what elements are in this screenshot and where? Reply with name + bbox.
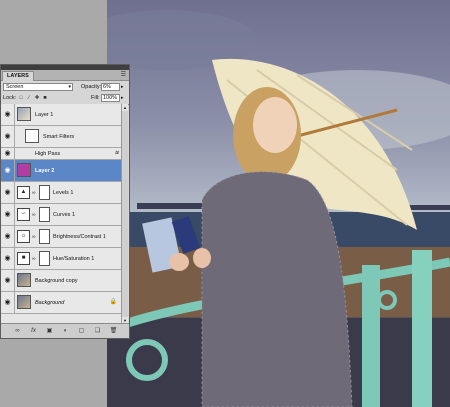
lock-label: Lock: [3, 95, 17, 101]
eye-icon[interactable]: ◉ [3, 132, 12, 141]
brightness-contrast-icon: ☼ [17, 230, 30, 243]
eye-icon[interactable]: ◉ [3, 210, 12, 219]
eye-icon[interactable]: ◉ [3, 232, 12, 241]
layers-footer-toolbar: ∞ fx ▣ ◐ ▢ ❏ 🗑 [1, 323, 129, 338]
link-icon[interactable]: ∞ [32, 234, 36, 240]
layers-list: ◉ Layer 1 ◉ Smart Filters ◉ High Pass ≊ … [1, 104, 123, 324]
link-icon[interactable]: ∞ [32, 190, 36, 196]
layer-row-layer-2[interactable]: ◉ Layer 2 [1, 160, 123, 182]
divider [14, 148, 15, 159]
layer-row-background[interactable]: ◉ Background 🔒 [1, 292, 123, 314]
lock-all-icon[interactable]: ■ [42, 95, 48, 101]
lock-position-icon[interactable]: ✚ [34, 95, 40, 101]
link-icon[interactable]: ∞ [32, 256, 36, 262]
layer-mask-thumbnail [39, 251, 50, 266]
layer-row-smart-filters[interactable]: ◉ Smart Filters [1, 126, 123, 148]
layer-thumbnail [17, 295, 31, 309]
smart-filter-mask-thumbnail [25, 129, 39, 143]
hue-saturation-icon: ■ [17, 252, 30, 265]
divider [14, 292, 15, 313]
layer-name: Layer 1 [35, 112, 54, 118]
layer-name: Curves 1 [53, 212, 76, 218]
divider [14, 204, 15, 225]
layer-row-levels-1[interactable]: ◉ ▲ ∞ Levels 1 [1, 182, 123, 204]
divider [14, 182, 15, 203]
eye-icon[interactable]: ◉ [3, 254, 12, 263]
layer-mask-thumbnail [39, 229, 50, 244]
layer-name: High Pass [35, 151, 61, 157]
panel-tab-bar: LAYERS ☰ [1, 70, 129, 81]
layer-thumbnail [17, 163, 31, 177]
layer-row-high-pass[interactable]: ◉ High Pass ≊ [1, 148, 123, 160]
link-layers-icon[interactable]: ∞ [13, 327, 22, 335]
divider [14, 126, 15, 147]
layer-name: Brightness/Contrast 1 [53, 234, 106, 240]
fill-label: Fill: [91, 95, 100, 101]
chevron-down-icon: ▾ [68, 84, 71, 90]
photo-canvas[interactable] [107, 0, 450, 407]
fx-icon[interactable]: fx [29, 327, 38, 335]
tab-layers[interactable]: LAYERS [2, 71, 34, 81]
link-icon[interactable]: ∞ [32, 212, 36, 218]
divider [14, 160, 15, 181]
layer-name: Layer 2 [35, 168, 55, 174]
eye-icon[interactable]: ◉ [3, 110, 12, 119]
fill-slider-icon[interactable]: ▸ [121, 94, 124, 102]
blend-opacity-row: Screen ▾ Opacity: 6% ▸ [1, 81, 129, 93]
divider [14, 248, 15, 269]
layer-thumbnail [17, 107, 31, 121]
layer-row-hue-saturation-1[interactable]: ◉ ■ ∞ Hue/Saturation 1 [1, 248, 123, 270]
eye-icon[interactable]: ◉ [3, 276, 12, 285]
photo-illustration [107, 10, 450, 407]
layer-row-layer-1[interactable]: ◉ Layer 1 [1, 104, 123, 126]
scroll-up-icon[interactable]: ▲ [122, 104, 128, 111]
adjustment-layer-icon[interactable]: ◐ [61, 327, 70, 335]
add-mask-icon[interactable]: ▣ [45, 327, 54, 335]
divider [14, 104, 15, 125]
opacity-field[interactable]: 6% [101, 83, 120, 91]
layer-name: Smart Filters [43, 134, 75, 140]
eye-icon[interactable]: ◉ [3, 166, 12, 175]
blend-mode-select[interactable]: Screen ▾ [3, 83, 73, 91]
curves-icon: ∽ [17, 208, 30, 221]
layer-name: Levels 1 [53, 190, 74, 196]
layer-row-brightness-contrast-1[interactable]: ◉ ☼ ∞ Brightness/Contrast 1 [1, 226, 123, 248]
new-layer-icon[interactable]: ❏ [93, 327, 102, 335]
layers-scrollbar[interactable]: ▲ ▼ [121, 104, 128, 324]
layer-row-curves-1[interactable]: ◉ ∽ ∞ Curves 1 [1, 204, 123, 226]
layer-name: Background [35, 300, 65, 306]
layer-row-background-copy[interactable]: ◉ Background copy [1, 270, 123, 292]
lock-icon: 🔒 [109, 299, 117, 305]
layers-panel: LAYERS ☰ Screen ▾ Opacity: 6% ▸ Lock: □ … [0, 64, 130, 339]
lock-image-icon[interactable]: ∕ [26, 95, 32, 101]
divider [14, 270, 15, 291]
group-folder-icon[interactable]: ▢ [77, 327, 86, 335]
levels-icon: ▲ [17, 186, 30, 199]
layer-mask-thumbnail [39, 185, 50, 200]
panel-menu-icon[interactable]: ☰ [121, 71, 126, 79]
trash-icon[interactable]: 🗑 [109, 327, 118, 335]
eye-icon[interactable]: ◉ [3, 149, 12, 158]
layer-thumbnail [17, 273, 31, 287]
layer-name: Hue/Saturation 1 [53, 256, 95, 262]
opacity-label: Opacity: [81, 84, 102, 90]
divider [14, 226, 15, 247]
layer-name: Background copy [35, 278, 78, 284]
fill-field[interactable]: 100% [101, 94, 120, 102]
eye-icon[interactable]: ◉ [3, 298, 12, 307]
opacity-slider-icon[interactable]: ▸ [121, 83, 124, 91]
eye-icon[interactable]: ◉ [3, 188, 12, 197]
blend-mode-value: Screen [6, 84, 24, 90]
lock-transparent-icon[interactable]: □ [18, 95, 24, 101]
filter-options-icon[interactable]: ≊ [114, 150, 119, 156]
layer-mask-thumbnail [39, 207, 50, 222]
